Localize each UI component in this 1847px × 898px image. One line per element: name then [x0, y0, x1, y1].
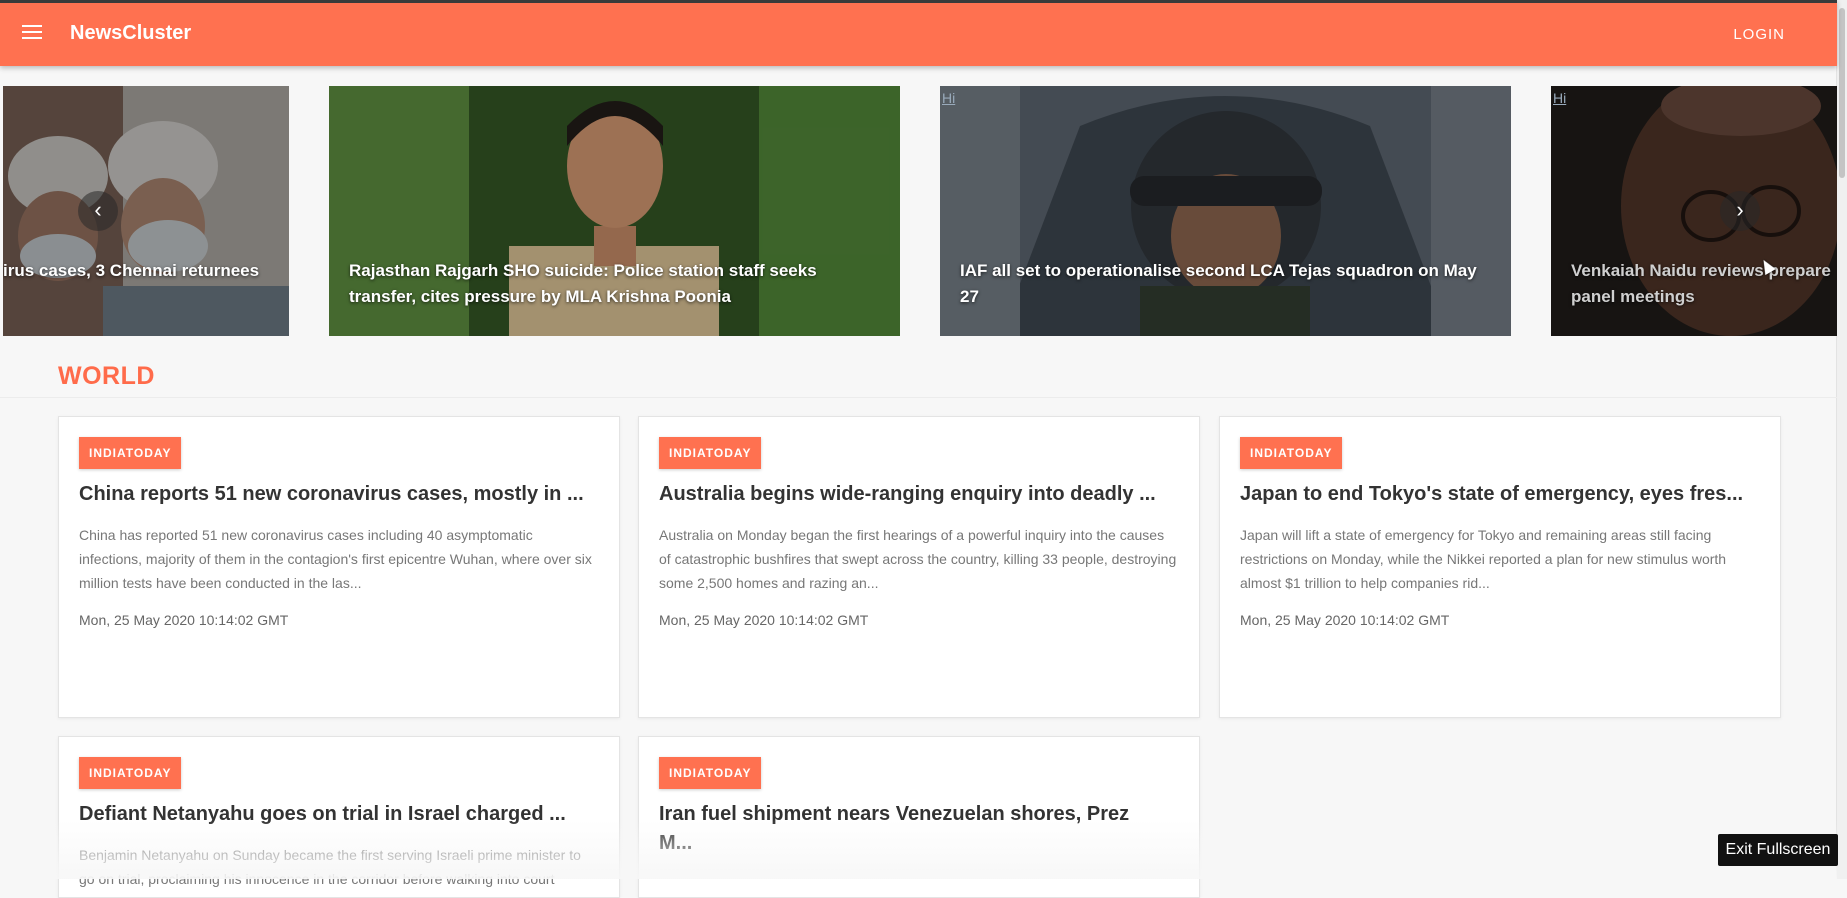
slide-caption: IAF all set to operationalise second LCA…: [960, 261, 1477, 306]
article-card[interactable]: INDIATODAY Japan to end Tokyo's state of…: [1219, 416, 1781, 718]
article-title[interactable]: Australia begins wide-ranging enquiry in…: [659, 480, 1179, 509]
source-badge[interactable]: INDIATODAY: [659, 437, 762, 469]
carousel-slide[interactable]: Hi Venkaiah Naidu reviews prepare panel …: [1551, 86, 1837, 336]
source-badge[interactable]: INDIATODAY: [79, 757, 182, 789]
article-summary: China has reported 51 new coronavirus ca…: [79, 527, 592, 591]
app-bar: NewsCluster LOGIN: [0, 0, 1837, 66]
section-title: WORLD: [58, 362, 155, 390]
menu-icon[interactable]: [22, 25, 42, 41]
login-button[interactable]: LOGIN: [1733, 26, 1785, 43]
bottom-fade: [0, 820, 1837, 879]
carousel-next-button[interactable]: ›: [1720, 191, 1760, 231]
slide-caption: Venkaiah Naidu reviews prepare panel mee…: [1571, 261, 1831, 306]
app-title[interactable]: NewsCluster: [70, 22, 191, 45]
article-date: Mon, 25 May 2020 10:14:02 GMT: [659, 612, 869, 628]
carousel-slide[interactable]: irus cases, 3 Chennai returnees: [3, 86, 289, 336]
article-date: Mon, 25 May 2020 10:14:02 GMT: [1240, 612, 1450, 628]
source-badge[interactable]: INDIATODAY: [659, 757, 762, 789]
article-summary: Japan will lift a state of emergency for…: [1240, 527, 1727, 591]
window-edge: [0, 0, 1837, 3]
source-badge[interactable]: INDIATODAY: [1240, 437, 1343, 469]
section-divider: [0, 397, 1837, 398]
carousel-slide[interactable]: Hi IAF all set to operationalise second …: [940, 86, 1511, 336]
page-scrollbar[interactable]: [1836, 0, 1847, 879]
carousel-prev-button[interactable]: ‹: [78, 191, 118, 231]
headline-carousel: irus cases, 3 Chennai returnees ‹ Rajast…: [0, 86, 1837, 336]
scrollbar-thumb[interactable]: [1839, 8, 1845, 178]
slide-caption: irus cases, 3 Chennai returnees: [3, 261, 260, 280]
article-card[interactable]: INDIATODAY Australia begins wide-ranging…: [638, 416, 1200, 718]
carousel-slide[interactable]: Rajasthan Rajgarh SHO suicide: Police st…: [329, 86, 900, 336]
exit-fullscreen-button[interactable]: Exit Fullscreen: [1718, 834, 1838, 866]
article-summary: Australia on Monday began the first hear…: [659, 527, 1177, 591]
article-card[interactable]: INDIATODAY China reports 51 new coronavi…: [58, 416, 620, 718]
article-date: Mon, 25 May 2020 10:14:02 GMT: [79, 612, 289, 628]
slide-alt-text: Hi: [1553, 90, 1567, 106]
article-title[interactable]: China reports 51 new coronavirus cases, …: [79, 480, 599, 509]
article-title[interactable]: Japan to end Tokyo's state of emergency,…: [1240, 480, 1760, 509]
source-badge[interactable]: INDIATODAY: [79, 437, 182, 469]
slide-caption: Rajasthan Rajgarh SHO suicide: Police st…: [349, 261, 817, 306]
slide-alt-text: Hi: [942, 90, 956, 106]
